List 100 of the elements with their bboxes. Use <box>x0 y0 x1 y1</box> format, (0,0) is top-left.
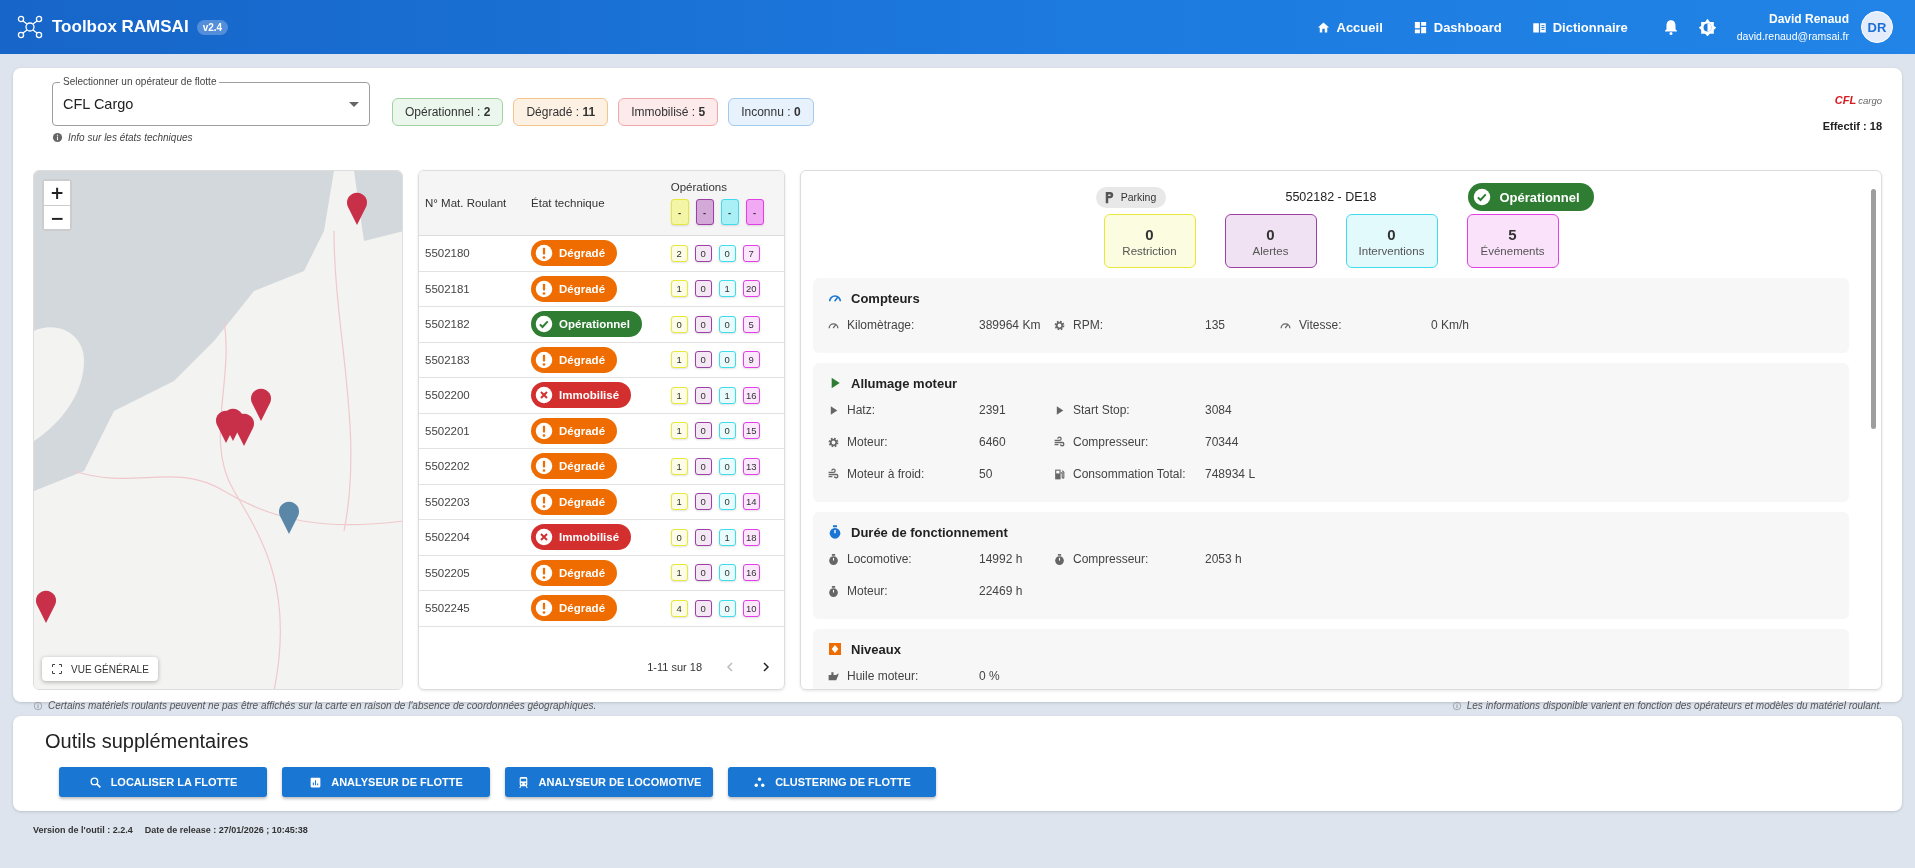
operation-count: 1 <box>718 528 736 546</box>
table-cell: 5502204 <box>419 519 525 555</box>
table-cell: 5502182 <box>419 306 525 342</box>
map-note: Certains matériels roulants peuvent ne pas être affichés sur la carte en raison de l'absence de coordonnées géographiques. <box>48 700 597 711</box>
status-badge: Dégradé <box>531 453 618 480</box>
operation-count: 0 <box>718 599 736 617</box>
table-cell: 5502205 <box>419 555 525 591</box>
operation-count: 1 <box>718 386 736 404</box>
field-label: Hatz: <box>847 403 875 417</box>
version-text: Version de l'outil : 2.2.4 <box>33 825 133 835</box>
theme-button[interactable] <box>1697 17 1717 37</box>
tool-button[interactable]: ANALYSEUR DE FLOTTE <box>282 767 490 797</box>
field-label: Compresseur: <box>1073 435 1149 449</box>
field-value: 22469 h <box>979 584 1024 598</box>
column-header: N° Mat. Roulant <box>419 171 525 236</box>
operation-count: 1 <box>670 493 688 511</box>
status-badge: Dégradé <box>531 275 618 302</box>
field-value: 0 Km/h <box>1431 318 1470 332</box>
field-value: 70344 <box>1205 435 1240 449</box>
field-label: Compresseur: <box>1073 552 1149 566</box>
user-avatar[interactable]: DR <box>1861 11 1893 43</box>
status-badge: Dégradé <box>531 559 618 586</box>
operator-logo: CFL cargo <box>1834 94 1882 106</box>
operation-count: 2 <box>670 244 688 262</box>
field-value: 6460 <box>979 435 1007 449</box>
status-badge: Dégradé <box>531 240 618 267</box>
warning-icon <box>535 599 553 618</box>
stat-value: 0 <box>1387 225 1396 243</box>
field-value: 389964 Km <box>979 318 1041 332</box>
operation-count: 0 <box>694 599 712 617</box>
operation-count: 0 <box>694 315 712 333</box>
field-label: Moteur à froid: <box>847 467 925 481</box>
app-title: Toolbox RAMSAI <box>52 17 189 37</box>
operation-count: 1 <box>718 280 736 298</box>
status-badge: Opérationnel <box>1468 183 1594 211</box>
stat-card[interactable]: 5 Événements <box>1466 214 1559 268</box>
stat-value: 5 <box>1508 225 1517 243</box>
operation-count: 0 <box>694 422 712 440</box>
stat-card[interactable]: 0 Alertes <box>1224 214 1317 268</box>
logo-icon <box>16 13 44 41</box>
field-value: 135 <box>1205 318 1227 332</box>
section-title: Compteurs <box>851 290 920 306</box>
operation-count: 1 <box>670 280 688 298</box>
operation-count: 0 <box>718 422 736 440</box>
info-icon <box>52 132 63 143</box>
operation-filter[interactable]: - <box>695 199 714 225</box>
operation-count: 7 <box>742 244 760 262</box>
operation-filter[interactable]: - <box>745 199 764 225</box>
status-count-badge: Opérationnel : 2 <box>392 98 504 126</box>
operation-count: 0 <box>694 386 712 404</box>
field-label: Start Stop: <box>1073 403 1130 417</box>
field-value: 2053 h <box>1205 552 1243 566</box>
nav-link[interactable]: Dictionnaire <box>1531 19 1628 35</box>
stat-card[interactable]: 0 Restriction <box>1103 214 1196 268</box>
status-count-badge: Dégradé : 11 <box>513 98 609 126</box>
section-heading: Outils supplémentaires <box>45 730 250 753</box>
field-value: 2391 <box>979 403 1007 417</box>
operation-count: 0 <box>718 244 736 262</box>
overview-button[interactable]: VUE GÉNÉRALE <box>42 657 158 681</box>
stat-label: Événements <box>1480 244 1545 257</box>
operation-count: 0 <box>718 493 736 511</box>
vehicle-title: 5502182 - DE18 <box>1285 190 1377 204</box>
tool-button[interactable]: CLUSTERING DE FLOTTE <box>728 767 936 797</box>
column-header: Opérations <box>670 181 728 193</box>
operation-count: 1 <box>670 422 688 440</box>
stat-label: Restriction <box>1122 244 1177 257</box>
info-icon <box>33 700 43 711</box>
info-text: Info sur les états techniques <box>68 132 193 143</box>
operation-count: 0 <box>718 564 736 582</box>
cross-icon <box>535 528 553 547</box>
pagination-text: 1-11 sur 18 <box>647 661 702 673</box>
table-cell: 5502183 <box>419 342 525 378</box>
operation-count: 18 <box>742 528 760 546</box>
expand-icon <box>51 663 63 675</box>
stat-card[interactable]: 0 Interventions <box>1345 214 1438 268</box>
nav-link[interactable]: Accueil <box>1315 19 1383 35</box>
version-badge: v2.4 <box>196 19 229 35</box>
cluster-icon <box>753 775 767 789</box>
field-value: 14992 h <box>979 552 1024 566</box>
warning-icon <box>535 244 553 263</box>
operation-count: 0 <box>694 493 712 511</box>
column-header: État technique <box>525 171 665 236</box>
operation-count: 0 <box>718 351 736 369</box>
operation-filter[interactable]: - <box>670 199 689 225</box>
operation-count: 0 <box>670 315 688 333</box>
operation-filter[interactable]: - <box>720 199 739 225</box>
table-cell: 5502202 <box>419 448 525 484</box>
zoom-out-button[interactable]: − <box>44 205 70 229</box>
status-badge: Immobilisé <box>531 524 632 551</box>
operation-count: 1 <box>670 386 688 404</box>
field-value: 748934 L <box>1205 467 1257 481</box>
tool-button[interactable]: LOCALISER LA FLOTTE <box>59 767 267 797</box>
operation-count: 4 <box>670 599 688 617</box>
nav-link[interactable]: Dashboard <box>1412 19 1502 35</box>
check-icon <box>535 315 553 334</box>
operation-count: 14 <box>742 493 760 511</box>
table-cell: 5502180 <box>419 235 525 271</box>
stopwatch-icon <box>1053 552 1066 566</box>
tool-button[interactable]: ANALYSEUR DE LOCOMOTIVE <box>505 767 713 797</box>
gear-icon <box>1053 318 1066 332</box>
